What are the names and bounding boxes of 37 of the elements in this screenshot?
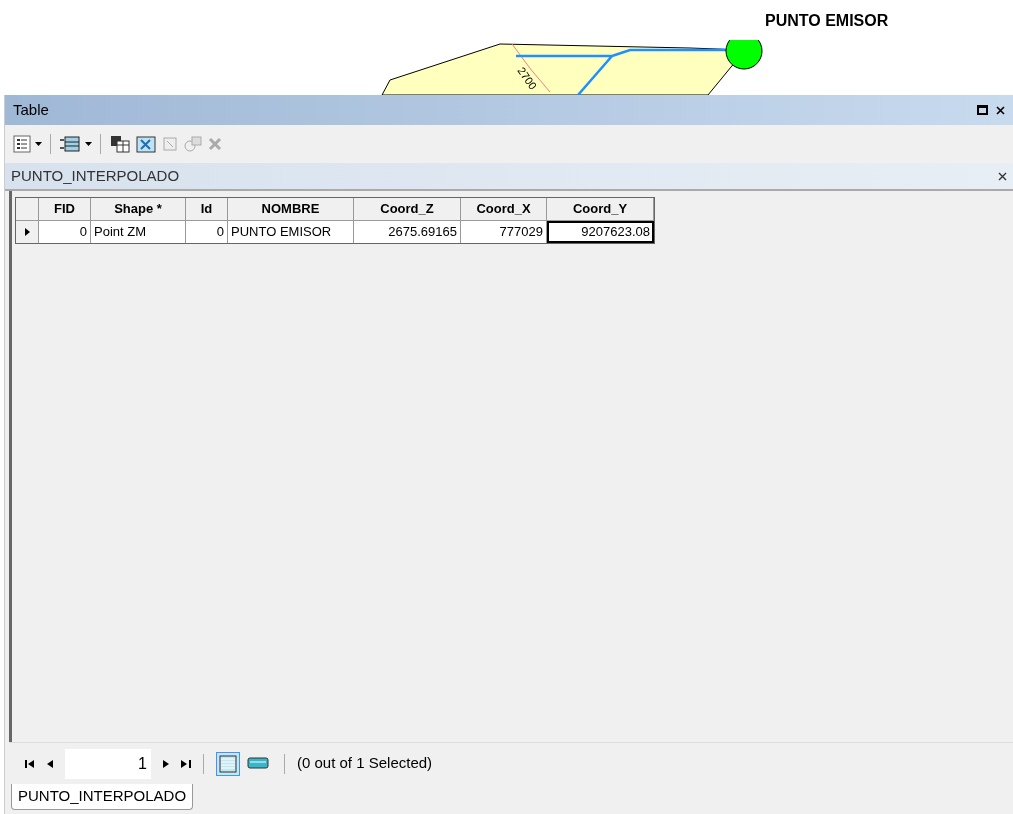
table-cell: 0: [186, 221, 228, 243]
previous-record-icon[interactable]: [47, 759, 53, 768]
table-cell: 2675.69165: [354, 221, 461, 243]
last-record-icon[interactable]: [181, 759, 191, 768]
column-header[interactable]: Shape *: [91, 198, 186, 221]
caret-icon[interactable]: [35, 142, 42, 146]
window-title: Table: [13, 99, 49, 120]
row-selector[interactable]: [16, 221, 39, 243]
first-record-icon[interactable]: [25, 759, 35, 768]
column-header[interactable]: NOMBRE: [228, 198, 354, 221]
current-row-icon: [24, 228, 30, 236]
table-name: PUNTO_INTERPOLADO: [11, 165, 180, 186]
table-cell: 777029: [461, 221, 547, 243]
next-record-icon[interactable]: [163, 759, 169, 768]
record-field[interactable]: 1: [65, 748, 151, 779]
maximize-icon[interactable]: [977, 105, 988, 115]
point-label: PUNTO EMISOR: [765, 11, 889, 31]
close-icon[interactable]: [998, 171, 1007, 181]
table-options-icon[interactable]: [13, 135, 31, 153]
column-header[interactable]: FID: [39, 198, 91, 221]
related-tables-icon[interactable]: [59, 134, 81, 154]
column-header[interactable]: Coord_X: [461, 198, 547, 221]
caret-icon[interactable]: [85, 142, 92, 146]
table-cell: 9207623.08: [547, 221, 654, 243]
close-icon[interactable]: [996, 105, 1005, 115]
column-header[interactable]: Coord_Z: [354, 198, 461, 221]
select-by-attributes-icon[interactable]: [109, 134, 131, 154]
table-cell: 0: [39, 221, 91, 243]
selection-status: (0 out of 1 Selected): [297, 753, 433, 774]
table-cell: PUNTO EMISOR: [228, 221, 354, 243]
table-tab[interactable]: PUNTO_INTERPOLADO: [11, 784, 194, 810]
column-header[interactable]: Coord_Y: [547, 198, 654, 221]
table-cell: Point ZM: [91, 221, 186, 243]
row-header: [16, 198, 39, 221]
column-header[interactable]: Id: [186, 198, 228, 221]
switch-selection-icon[interactable]: [135, 134, 157, 154]
all-records-button[interactable]: [216, 751, 240, 776]
